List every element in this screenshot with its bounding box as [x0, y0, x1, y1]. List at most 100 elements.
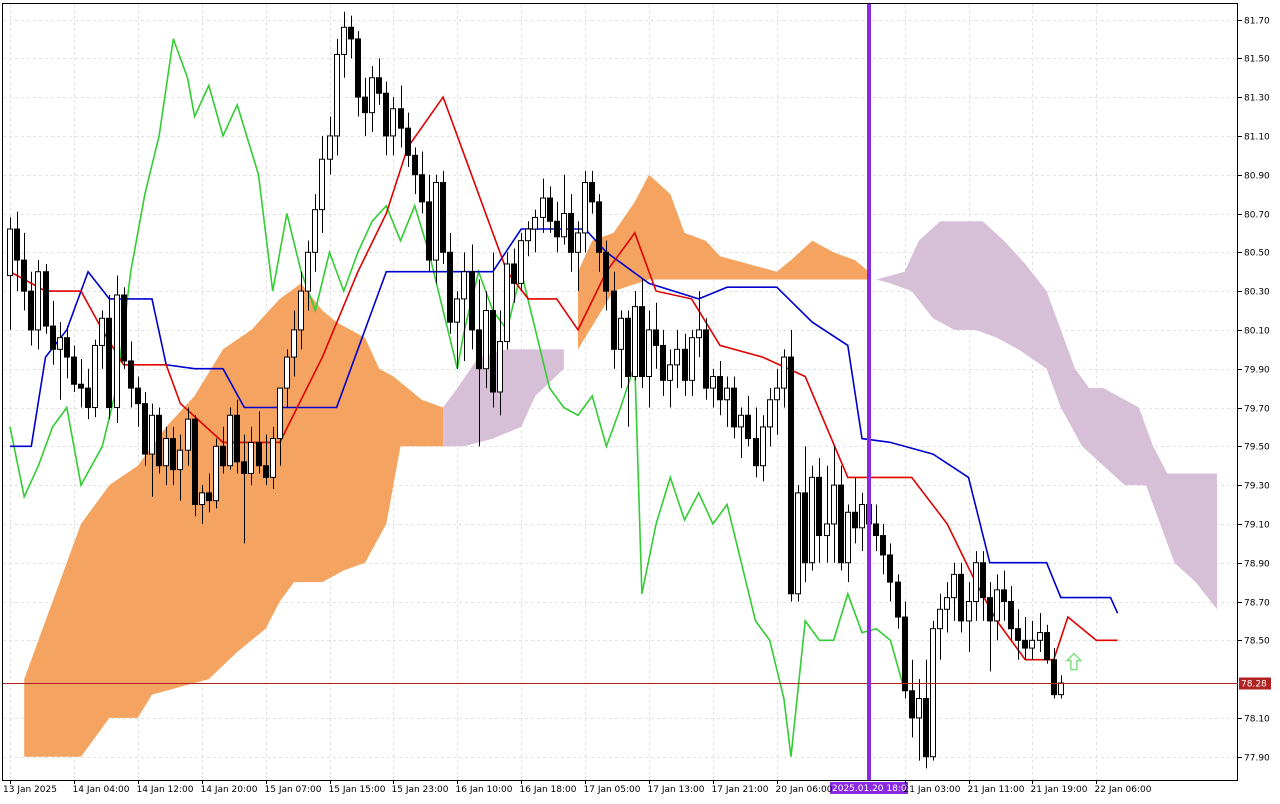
- candle-body[interactable]: [327, 135, 333, 160]
- candle-body[interactable]: [305, 251, 311, 292]
- candle-body[interactable]: [639, 306, 645, 377]
- candle-body[interactable]: [1037, 632, 1043, 641]
- candle-body[interactable]: [7, 228, 13, 277]
- candle-body[interactable]: [540, 197, 546, 218]
- candle-body[interactable]: [603, 251, 609, 292]
- candle-body[interactable]: [838, 484, 844, 564]
- candle-body[interactable]: [149, 414, 155, 455]
- candle-body[interactable]: [994, 589, 1000, 622]
- candle-body[interactable]: [106, 317, 112, 409]
- candle-body[interactable]: [319, 158, 325, 211]
- candle-body[interactable]: [753, 438, 759, 467]
- candle-body[interactable]: [561, 213, 567, 238]
- candle-body[interactable]: [504, 263, 510, 343]
- candle-body[interactable]: [816, 476, 822, 537]
- candle-body[interactable]: [674, 348, 680, 366]
- candle-body[interactable]: [490, 310, 496, 393]
- candle-body[interactable]: [99, 317, 105, 346]
- candle-body[interactable]: [1051, 659, 1057, 696]
- candle-body[interactable]: [575, 232, 581, 253]
- candle-body[interactable]: [781, 356, 787, 389]
- candle-body[interactable]: [859, 504, 865, 529]
- candle-body[interactable]: [128, 360, 134, 389]
- candle-body[interactable]: [511, 263, 517, 284]
- candle-body[interactable]: [1044, 632, 1050, 661]
- candle-body[interactable]: [568, 213, 574, 253]
- candle-body[interactable]: [951, 573, 957, 599]
- candle-body[interactable]: [895, 581, 901, 618]
- candle-body[interactable]: [667, 364, 673, 381]
- candle-body[interactable]: [738, 414, 744, 428]
- candle-body[interactable]: [660, 344, 666, 381]
- candle-body[interactable]: [270, 438, 276, 478]
- candle-body[interactable]: [547, 197, 553, 222]
- candle-body[interactable]: [802, 492, 808, 564]
- candle-body[interactable]: [369, 77, 375, 114]
- candle-body[interactable]: [1008, 601, 1014, 630]
- candle-body[interactable]: [589, 181, 595, 203]
- candle-body[interactable]: [170, 438, 176, 471]
- candle-body[interactable]: [192, 418, 198, 506]
- candle-body[interactable]: [788, 356, 794, 595]
- candle-body[interactable]: [916, 698, 922, 719]
- candle-body[interactable]: [824, 523, 830, 537]
- candle-body[interactable]: [937, 608, 943, 630]
- candle-body[interactable]: [795, 492, 801, 595]
- candle-body[interactable]: [390, 108, 396, 137]
- candle-body[interactable]: [852, 511, 858, 529]
- candle-body[interactable]: [902, 616, 908, 692]
- candle-body[interactable]: [440, 181, 446, 253]
- candle-body[interactable]: [880, 535, 886, 556]
- candle-body[interactable]: [121, 294, 127, 362]
- candle-body[interactable]: [50, 325, 56, 350]
- candle-body[interactable]: [383, 92, 389, 137]
- candle-body[interactable]: [78, 383, 84, 389]
- candle-body[interactable]: [447, 251, 453, 323]
- candle-body[interactable]: [43, 271, 49, 327]
- candle-body[interactable]: [291, 329, 297, 358]
- candle-body[interactable]: [341, 26, 347, 55]
- candle-body[interactable]: [376, 77, 382, 94]
- candle-body[interactable]: [1001, 589, 1007, 603]
- candle-body[interactable]: [731, 387, 737, 428]
- candle-body[interactable]: [85, 387, 91, 409]
- candle-body[interactable]: [433, 181, 439, 261]
- candle-body[interactable]: [114, 294, 120, 409]
- candle-body[interactable]: [760, 426, 766, 467]
- candle-body[interactable]: [21, 259, 27, 292]
- candle-body[interactable]: [1029, 639, 1035, 649]
- candle-body[interactable]: [966, 601, 972, 622]
- candle-body[interactable]: [497, 341, 503, 393]
- candle-body[interactable]: [625, 317, 631, 377]
- candle-body[interactable]: [596, 201, 602, 253]
- candle-body[interactable]: [958, 573, 964, 622]
- candle-body[interactable]: [809, 476, 815, 564]
- candle-body[interactable]: [646, 329, 652, 377]
- candle-body[interactable]: [724, 387, 730, 401]
- candle-body[interactable]: [774, 387, 780, 401]
- candle-body[interactable]: [234, 414, 240, 463]
- candle-body[interactable]: [398, 108, 404, 129]
- candle-body[interactable]: [277, 387, 283, 440]
- candle-body[interactable]: [256, 441, 262, 467]
- candle-body[interactable]: [177, 449, 183, 471]
- candle-body[interactable]: [454, 298, 460, 323]
- candle-body[interactable]: [611, 290, 617, 350]
- candle-body[interactable]: [312, 209, 318, 253]
- candle-body[interactable]: [28, 290, 34, 331]
- candle-body[interactable]: [163, 438, 169, 467]
- candle-body[interactable]: [717, 375, 723, 401]
- candle-body[interactable]: [518, 240, 524, 284]
- candle-body[interactable]: [923, 698, 929, 758]
- candle-body[interactable]: [1015, 628, 1021, 641]
- candle-body[interactable]: [142, 403, 148, 455]
- candle-body[interactable]: [284, 356, 290, 389]
- candle-body[interactable]: [703, 329, 709, 389]
- candle-body[interactable]: [461, 271, 467, 300]
- candle-body[interactable]: [582, 181, 588, 234]
- candle-body[interactable]: [710, 375, 716, 389]
- candle-body[interactable]: [57, 337, 63, 350]
- candle-body[interactable]: [682, 348, 688, 381]
- candle-body[interactable]: [532, 216, 538, 230]
- candle-body[interactable]: [348, 26, 354, 40]
